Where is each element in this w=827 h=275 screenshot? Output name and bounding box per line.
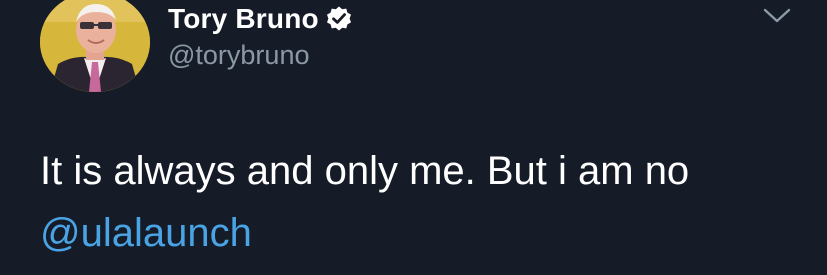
mention-link[interactable]: @ulalaunch — [40, 211, 252, 255]
tweet-card: Tory Bruno @torybruno It is always and o… — [0, 0, 827, 275]
tweet-body: It is always and only me. But i am no @u… — [40, 140, 800, 264]
chevron-down-icon[interactable] — [762, 4, 792, 26]
display-name[interactable]: Tory Bruno — [168, 3, 319, 35]
author-handle[interactable]: @torybruno — [168, 40, 309, 71]
tweet-text: It is always and only me. But i am no — [40, 149, 690, 193]
author-name-row[interactable]: Tory Bruno — [168, 0, 353, 38]
verified-badge-icon — [325, 5, 353, 33]
avatar[interactable] — [40, 0, 150, 92]
